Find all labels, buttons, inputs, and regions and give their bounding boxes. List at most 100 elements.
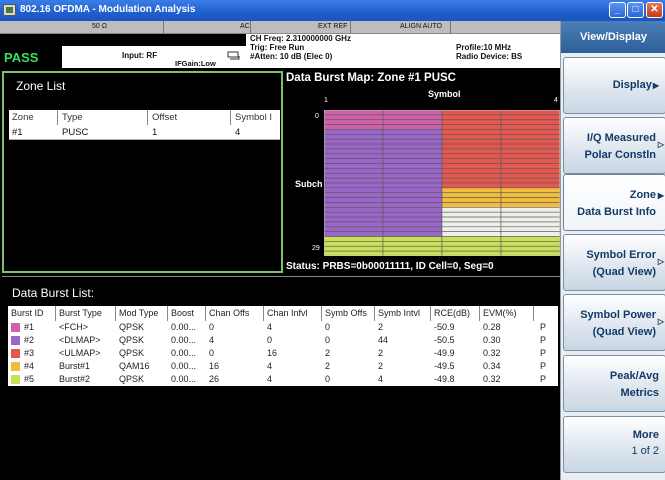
symbol-error-softkey[interactable]: Symbol Error (Quad View) ▷: [563, 234, 665, 291]
burst-map-cell: [500, 250, 560, 256]
burst-map-cell: [382, 158, 443, 164]
radio-device: Radio Device: BS: [456, 52, 523, 61]
burst-map-cell: [441, 216, 502, 223]
burst-map-cell: [500, 134, 560, 140]
burst-map-cell: [500, 163, 560, 169]
evm-cell: 0.32: [483, 348, 501, 358]
burst-list-panel[interactable]: Data Burst List: Burst ID Burst Type Mod…: [2, 276, 560, 480]
burst-map-cell: [382, 143, 443, 150]
ref-label: EXT REF: [318, 23, 348, 30]
submenu-arrow-icon: ▷: [657, 140, 664, 149]
id-cell: #2: [24, 335, 35, 345]
table-row[interactable]: #5 Burst#2 QPSK 0.00... 26 4 0 4 -49.8 0.32 P: [8, 373, 558, 386]
zone-list-title: Zone List: [16, 79, 66, 93]
burst-map-cell: [324, 163, 384, 169]
burst-map-cell: [382, 114, 443, 121]
softkey-label: Symbol Power: [580, 309, 656, 321]
table-row[interactable]: #3 <ULMAP> QPSK 0.00... 0 16 2 2 -49.9 0.32 P: [8, 347, 558, 360]
softkey-label: I/Q Measured: [587, 132, 656, 144]
softkey-label: Peak/Avg: [610, 370, 659, 382]
boost-cell: 0.00...: [171, 322, 197, 332]
rce-cell: -50.5: [434, 335, 455, 345]
column-header: Symbol I: [235, 112, 272, 123]
softkey-panel: View/Display Display▶ I/Q Measured Polar C…: [560, 21, 665, 480]
burst-map-cell: [500, 202, 560, 208]
rce-cell: -49.5: [434, 361, 455, 371]
display-softkey[interactable]: Display▶: [563, 57, 665, 114]
softkey-label-text: Zone: [629, 189, 656, 201]
burst-map-cell: [324, 119, 384, 125]
burst-map-cell: [382, 134, 443, 140]
symbol-cell: 4: [235, 127, 241, 138]
burst-map-cell: [441, 177, 502, 184]
burst-map-cell: [441, 236, 502, 242]
softkey-label-text: Display: [612, 79, 652, 91]
burst-map-cell: [500, 177, 560, 184]
type-cell: Burst#1: [59, 361, 91, 371]
symb-offs-cell: 2: [325, 348, 331, 358]
type-cell: <ULMAP>: [59, 348, 101, 358]
minimize-button[interactable]: _: [609, 2, 626, 18]
burst-map-cell: [500, 138, 560, 145]
burst-map-cell: [441, 172, 502, 179]
softkey-sublabel-text: (Quad View): [592, 326, 656, 338]
map-status: Status: PRBS=0b00011111, ID Cell=0, Seg=…: [286, 261, 494, 272]
burst-map-cell: [382, 168, 443, 174]
boost-cell: 0.00...: [171, 361, 197, 371]
result-cell: P: [540, 348, 547, 358]
burst-map-cell: [324, 158, 384, 164]
iq-polar-softkey[interactable]: I/Q Measured Polar Constln ▷: [563, 117, 665, 174]
zone-burst-info-softkey[interactable]: Zone Data Burst Info ▶: [563, 174, 665, 231]
burst-table[interactable]: Burst ID Burst Type Mod Type Boost Chan …: [8, 306, 558, 386]
peak-avg-softkey[interactable]: Peak/Avg Metrics: [563, 355, 665, 412]
chan-intvl-cell: 4: [267, 322, 273, 332]
softkey-sublabel: Data Burst Info: [577, 206, 656, 218]
softkey-label: Symbol Error: [586, 249, 656, 261]
burst-map-cell: [441, 153, 502, 159]
settings-strip: 50 Ω AC EXT REF ALIGN AUTO: [0, 21, 560, 34]
burst-map-cell: [324, 168, 384, 174]
burst-map-cell: [441, 187, 502, 194]
column-header: Type: [62, 112, 83, 123]
mod-cell: QPSK: [119, 322, 145, 332]
symbol-power-softkey[interactable]: Symbol Power (Quad View) ▷: [563, 294, 665, 351]
softkey-label-text: Symbol Error: [586, 249, 656, 261]
result-cell: P: [540, 335, 547, 345]
burst-map-cell: [382, 202, 443, 208]
table-row[interactable]: #1 <FCH> QPSK 0.00... 0 4 0 2 -50.9 0.28 P: [8, 321, 558, 334]
burst-map-cell: [441, 192, 502, 198]
table-row[interactable]: #2 <DLMAP> QPSK 0.00... 4 0 0 44 -50.5 0.30 P: [8, 334, 558, 347]
burst-map-cell: [441, 119, 502, 125]
zone-list-panel[interactable]: Zone List Zone Type Offset Symbol I #1 P…: [2, 71, 283, 273]
burst-map-cell: [324, 182, 384, 189]
burst-map-cell: [441, 226, 502, 232]
x-max-label: 4: [554, 97, 558, 104]
mod-cell: QAM16: [119, 361, 150, 371]
column-header: Burst ID: [11, 308, 44, 318]
table-row[interactable]: #1 PUSC 1 4: [9, 125, 280, 140]
burst-color-swatch: [11, 336, 20, 345]
close-button[interactable]: ✕: [646, 2, 663, 18]
maximize-button[interactable]: □: [627, 2, 644, 18]
type-cell: <FCH>: [59, 322, 89, 332]
app-icon: [3, 4, 16, 16]
symb-offs-cell: 0: [325, 335, 331, 345]
measurement-header: PASS Input: RF IFGain:Low CH Freq: 2.310…: [0, 34, 560, 68]
more-softkey[interactable]: More 1 of 2: [563, 416, 665, 473]
burst-map-cell: [382, 177, 443, 184]
burst-map-cell: [500, 153, 560, 159]
burst-map-cell: [382, 172, 443, 179]
burst-map-cell: [382, 138, 443, 145]
burst-map-cell: [382, 187, 443, 194]
chan-offs-cell: 0: [209, 322, 215, 332]
burst-map-cell: [441, 124, 502, 130]
burst-map-cell: [382, 216, 443, 223]
burst-map-cell: [382, 207, 443, 213]
table-row[interactable]: #4 Burst#1 QAM16 0.00... 16 4 2 2 -49.5 0.34 P: [8, 360, 558, 373]
burst-map-panel: Data Burst Map: Zone #1 PUSC Symbol 1 4 …: [284, 70, 560, 275]
burst-map-cell: [500, 143, 560, 150]
burst-map-cell: [441, 143, 502, 150]
zone-table[interactable]: Zone Type Offset Symbol I #1 PUSC 1 4: [9, 110, 280, 270]
chan-offs-cell: 4: [209, 335, 215, 345]
result-cell: P: [540, 374, 547, 384]
